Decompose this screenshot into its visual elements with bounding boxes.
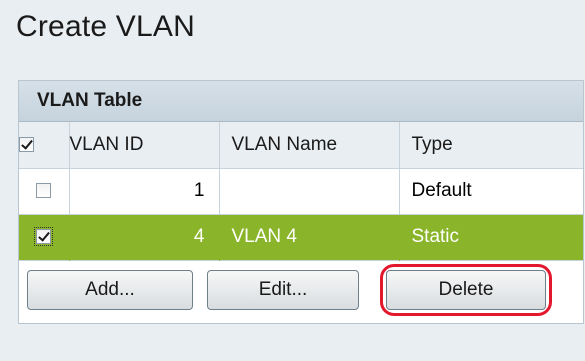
panel-header: VLAN Table: [19, 81, 583, 122]
vlan-type-cell: Default: [411, 180, 472, 201]
select-all-cell: [19, 122, 70, 168]
edit-button[interactable]: Edit...: [207, 269, 359, 310]
table-row[interactable]: 1 Default: [19, 168, 583, 214]
delete-button[interactable]: Delete: [386, 269, 546, 310]
page-title: Create VLAN: [16, 10, 195, 43]
vlan-name-cell: VLAN 4: [219, 214, 400, 260]
table-row-selected[interactable]: 4 VLAN 4 Static: [19, 214, 583, 260]
vlan-id-cell: 1: [69, 168, 220, 214]
column-header-vlan-name[interactable]: VLAN Name: [219, 122, 400, 168]
row-checkbox[interactable]: [36, 183, 52, 199]
vlan-type-cell: Static: [399, 214, 583, 260]
vlan-table-panel: VLAN Table VLAN ID VLAN Name Type 1 Defa…: [18, 80, 584, 324]
table-header-row: VLAN ID VLAN Name Type: [19, 122, 583, 168]
row-checkbox[interactable]: [34, 227, 54, 247]
button-bar: Add... Edit... Delete: [19, 260, 583, 323]
row-checkbox-cell: [19, 214, 70, 260]
row-checkbox-cell: [19, 168, 70, 214]
vlan-table: VLAN ID VLAN Name Type 1 Default 4 VLAN …: [19, 122, 583, 261]
select-all-checkbox[interactable]: [19, 137, 34, 153]
vlan-id-cell: 4: [69, 214, 220, 260]
column-header-vlan-id[interactable]: VLAN ID: [69, 122, 220, 168]
column-header-type[interactable]: Type: [399, 122, 583, 168]
add-button[interactable]: Add...: [27, 269, 193, 310]
vlan-name-cell: [219, 168, 400, 214]
